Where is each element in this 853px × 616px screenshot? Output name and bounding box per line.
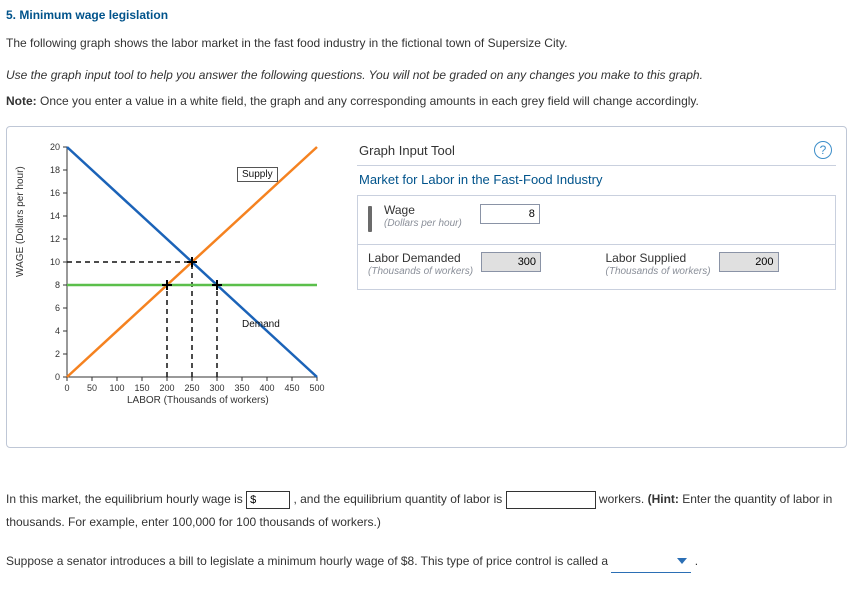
eq-wage-prompt-c: workers. (596, 492, 648, 506)
wage-input[interactable] (480, 204, 540, 224)
equilibrium-wage-input[interactable] (246, 491, 290, 509)
labor-supplied-output (719, 252, 779, 272)
supply-series-label[interactable]: Supply (237, 167, 278, 182)
svg-text:18: 18 (50, 165, 60, 175)
price-control-dropdown[interactable] (611, 550, 691, 574)
y-axis-label: WAGE (Dollars per hour) (15, 166, 26, 277)
note-line: Note: Once you enter a value in a white … (6, 94, 847, 108)
hint-label: (Hint: (648, 492, 679, 506)
drag-handle-icon[interactable] (368, 206, 372, 232)
help-icon[interactable]: ? (814, 141, 832, 159)
labor-demanded-label: Labor Demanded (Thousands of workers) (368, 252, 473, 277)
note-text: Once you enter a value in a white field,… (37, 94, 699, 108)
svg-text:20: 20 (50, 142, 60, 152)
svg-text:12: 12 (50, 234, 60, 244)
svg-text:6: 6 (55, 303, 60, 313)
intro-text: The following graph shows the labor mark… (6, 36, 847, 50)
labor-demanded-output (481, 252, 541, 272)
svg-text:0: 0 (64, 383, 69, 393)
svg-text:8: 8 (55, 280, 60, 290)
market-title: Market for Labor in the Fast-Food Indust… (357, 166, 836, 196)
svg-text:150: 150 (134, 383, 149, 393)
equilibrium-quantity-input[interactable] (506, 491, 596, 509)
note-label: Note: (6, 94, 37, 108)
labor-supplied-label: Labor Supplied (Thousands of workers) (606, 252, 711, 277)
eq-wage-prompt-b: , and the equilibrium quantity of labor … (290, 492, 505, 506)
chevron-down-icon (677, 558, 687, 564)
svg-text:200: 200 (159, 383, 174, 393)
price-control-suffix: . (691, 554, 698, 568)
svg-text:300: 300 (209, 383, 224, 393)
question-title: Minimum wage legislation (19, 8, 168, 22)
question-number: 5. (6, 8, 16, 22)
svg-text:100: 100 (109, 383, 124, 393)
svg-text:400: 400 (259, 383, 274, 393)
svg-text:14: 14 (50, 211, 60, 221)
graph-input-tool: Graph Input Tool ? Market for Labor in t… (357, 137, 836, 290)
wage-label: Wage (Dollars per hour) (384, 204, 462, 229)
price-control-prompt: Suppose a senator introduces a bill to l… (6, 554, 611, 568)
svg-text:2: 2 (55, 349, 60, 359)
answer-section: In this market, the equilibrium hourly w… (6, 488, 847, 573)
svg-text:500: 500 (309, 383, 324, 393)
svg-text:16: 16 (50, 188, 60, 198)
svg-text:50: 50 (87, 383, 97, 393)
svg-text:250: 250 (184, 383, 199, 393)
svg-text:350: 350 (234, 383, 249, 393)
instruction-text: Use the graph input tool to help you ans… (6, 68, 847, 82)
svg-text:4: 4 (55, 326, 60, 336)
demand-series-label[interactable]: Demand (242, 319, 280, 330)
labor-market-chart[interactable]: 0246810121416182005010015020025030035040… (17, 137, 337, 417)
question-header: 5. Minimum wage legislation (6, 8, 847, 22)
chart-svg: 0246810121416182005010015020025030035040… (17, 137, 337, 417)
eq-wage-prompt-a: In this market, the equilibrium hourly w… (6, 492, 246, 506)
svg-text:450: 450 (284, 383, 299, 393)
graph-input-tool-title: Graph Input Tool (359, 143, 455, 158)
svg-text:10: 10 (50, 257, 60, 267)
x-axis-label: LABOR (Thousands of workers) (127, 395, 269, 406)
graph-panel: 0246810121416182005010015020025030035040… (6, 126, 847, 448)
svg-text:0: 0 (55, 372, 60, 382)
